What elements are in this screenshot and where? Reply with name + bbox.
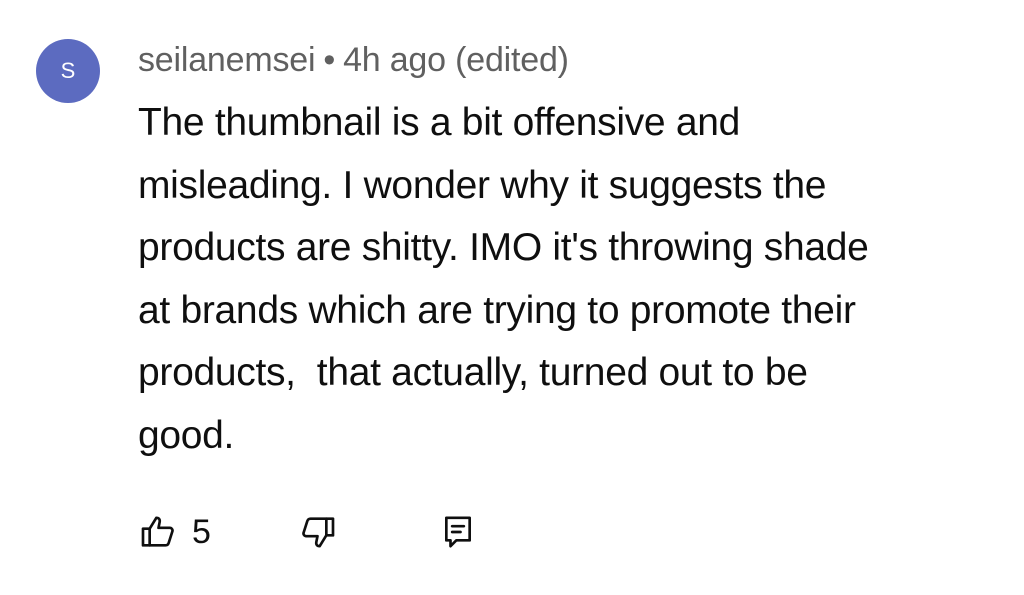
meta-separator: • <box>323 41 336 79</box>
like-count: 5 <box>192 513 211 551</box>
comment-thread: S seilanemsei • 4h ago (edited) The thumbn… <box>0 0 1024 595</box>
reply-icon <box>438 512 478 552</box>
dislike-button[interactable] <box>298 508 338 556</box>
comment-actions: 5 <box>138 508 538 556</box>
comment-header: seilanemsei • 4h ago (edited) <box>138 38 569 82</box>
author-name[interactable]: seilanemsei <box>138 41 316 79</box>
edited-label: (edited) <box>455 41 569 79</box>
avatar[interactable]: S <box>36 39 100 103</box>
thumbs-down-icon <box>298 512 338 552</box>
thumbs-up-icon <box>138 512 178 552</box>
timestamp: 4h ago <box>343 41 446 79</box>
reply-button[interactable] <box>438 508 478 556</box>
like-button[interactable]: 5 <box>138 508 211 556</box>
comment-text: The thumbnail is a bit offensive and mis… <box>138 101 869 457</box>
avatar-initial: S <box>60 58 76 83</box>
